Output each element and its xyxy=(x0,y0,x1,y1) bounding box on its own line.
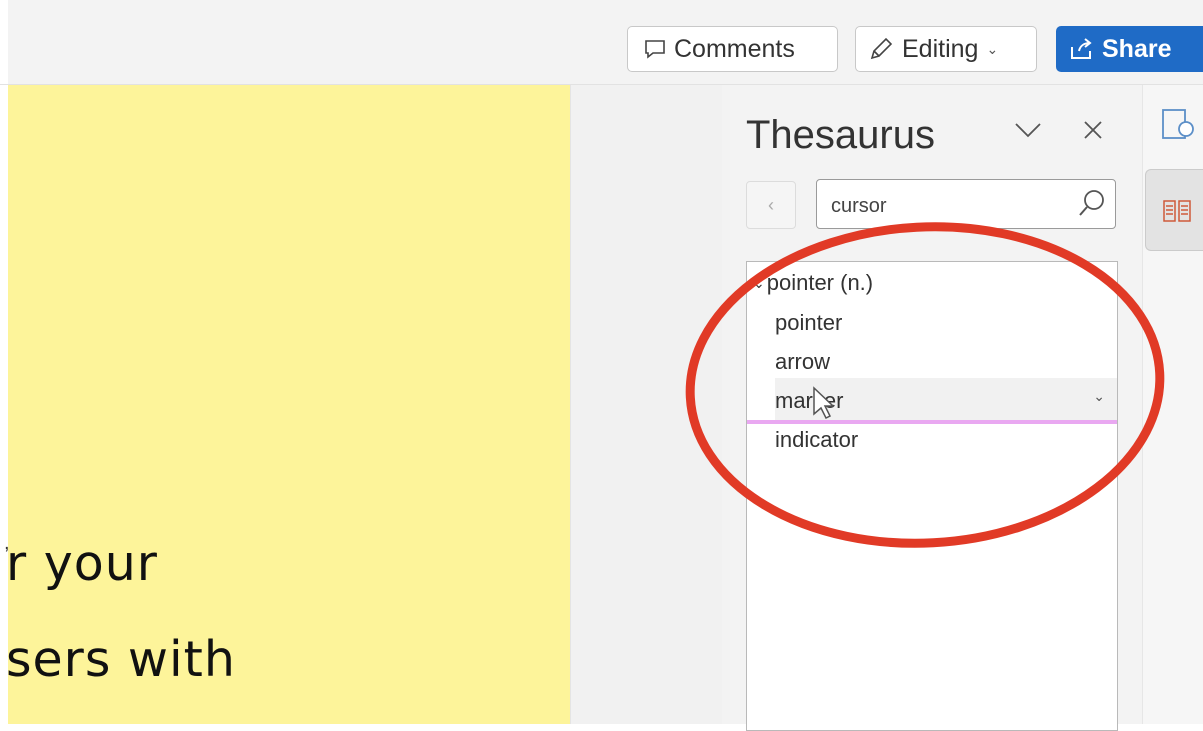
document-edge xyxy=(0,85,8,724)
thesaurus-search-input[interactable]: cursor xyxy=(816,179,1116,229)
document-page[interactable]: , r your sers with xyxy=(0,85,570,724)
close-icon[interactable] xyxy=(1082,119,1104,146)
document-gutter xyxy=(570,85,723,724)
back-button[interactable]: ‹ xyxy=(746,181,796,229)
book-icon xyxy=(1163,200,1191,222)
pencil-icon xyxy=(868,36,894,62)
comments-button[interactable]: Comments xyxy=(627,26,838,72)
search-value: cursor xyxy=(831,195,887,217)
document-text-line: r your xyxy=(6,535,158,592)
cursor-icon xyxy=(812,386,835,425)
search-icon[interactable] xyxy=(1077,188,1107,223)
share-button[interactable]: Share xyxy=(1056,26,1203,72)
pane-options-chevron-icon[interactable] xyxy=(1012,119,1044,146)
comment-icon xyxy=(644,39,666,59)
research-icon[interactable] xyxy=(1161,107,1197,148)
top-toolbar: Comments Editing ⌄ Share xyxy=(0,0,1203,85)
synonym-menu-chevron-icon[interactable]: ⌄ xyxy=(1093,388,1105,405)
editing-label: Editing xyxy=(902,34,979,63)
synonym-group-header[interactable]: ⌄pointer (n.) xyxy=(753,270,873,296)
synonym-item[interactable]: arrow xyxy=(775,349,830,375)
thesaurus-rail-button[interactable] xyxy=(1145,169,1203,251)
synonym-item[interactable]: pointer xyxy=(775,310,842,336)
editing-mode-button[interactable]: Editing ⌄ xyxy=(855,26,1037,72)
focus-indicator-line xyxy=(747,420,1117,424)
back-arrow-icon: ‹ xyxy=(768,194,774,215)
right-side-rail xyxy=(1142,85,1203,724)
share-icon xyxy=(1070,38,1094,60)
thesaurus-pane: Thesaurus ‹ cursor ⌄pointer (n.) pointer… xyxy=(722,85,1142,731)
share-label: Share xyxy=(1102,34,1172,63)
group-label: pointer (n.) xyxy=(766,270,874,295)
pane-title: Thesaurus xyxy=(746,113,935,157)
synonym-results-list: ⌄pointer (n.) pointer arrow ⌄ marker ind… xyxy=(746,261,1118,731)
comments-label: Comments xyxy=(674,34,795,63)
expanded-chevron-icon: ⌄ xyxy=(753,275,765,291)
chevron-down-icon: ⌄ xyxy=(986,40,999,57)
synonym-item[interactable]: indicator xyxy=(775,427,858,453)
document-text-line: sers with xyxy=(6,631,236,688)
toolbar-edge xyxy=(0,0,8,84)
